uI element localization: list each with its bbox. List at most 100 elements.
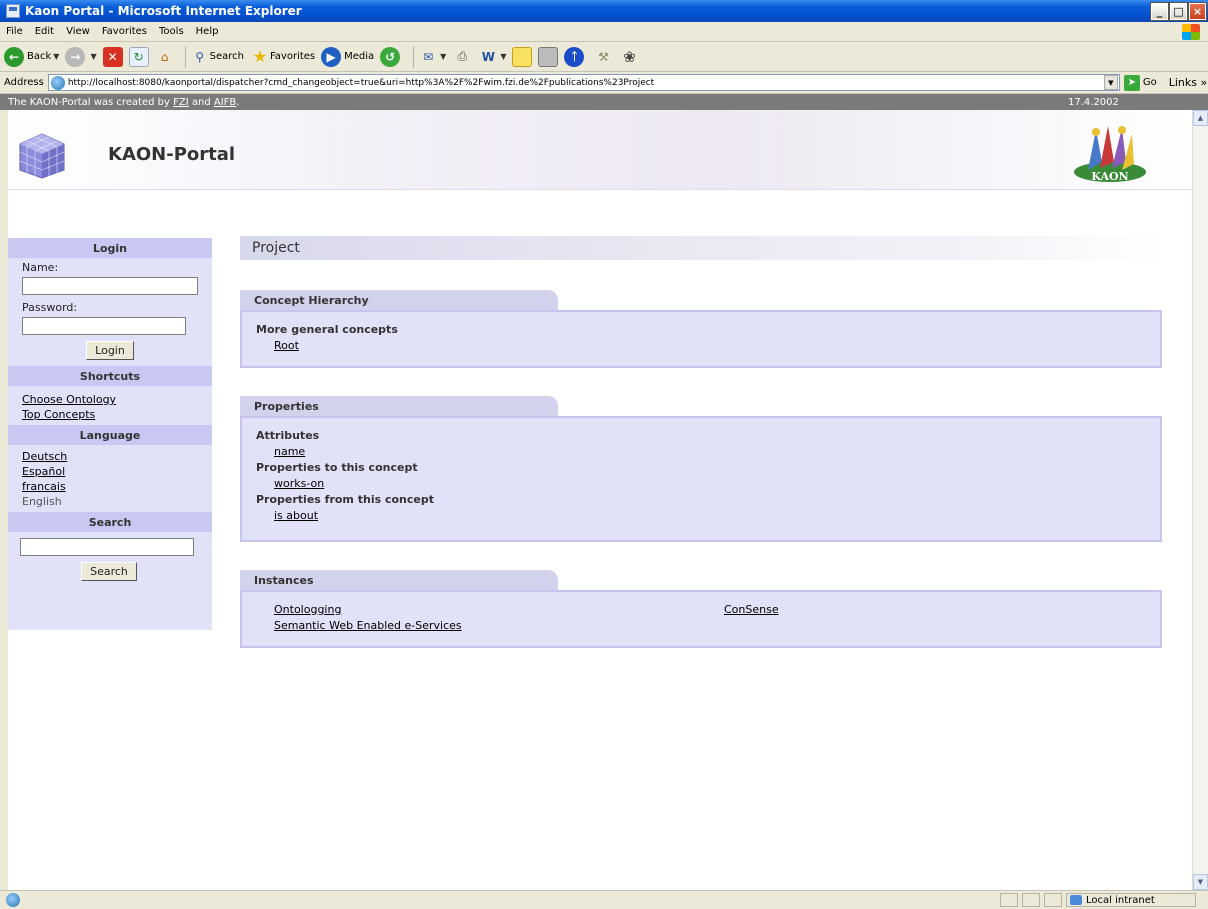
forward-dropdown-icon[interactable]: ▼ bbox=[90, 52, 96, 61]
stop-button[interactable]: ✕ bbox=[102, 46, 123, 67]
address-input[interactable]: http://localhost:8080/kaonportal/dispatc… bbox=[47, 74, 1120, 91]
go-button[interactable]: ➤ Go bbox=[1123, 74, 1157, 91]
toolbar-separator bbox=[184, 45, 186, 68]
name-label: Name: bbox=[22, 261, 59, 274]
tools-button[interactable]: ⚒ bbox=[593, 47, 613, 67]
properties-to-label: Properties to this concept bbox=[256, 461, 418, 474]
properties-panel: Attributes name Properties to this conce… bbox=[240, 416, 1162, 542]
menu-edit[interactable]: Edit bbox=[35, 26, 54, 37]
intranet-icon bbox=[1070, 895, 1082, 905]
messenger-button[interactable] bbox=[538, 46, 559, 67]
sidebar-search-button[interactable]: Search bbox=[81, 562, 137, 581]
menu-tools[interactable]: Tools bbox=[159, 26, 184, 37]
mail-button[interactable]: ✉ ▼ bbox=[418, 47, 446, 67]
concept-hierarchy-section: Concept Hierarchy More general concepts … bbox=[240, 290, 1162, 368]
properties-tab: Properties bbox=[240, 396, 558, 416]
back-dropdown-icon[interactable]: ▼ bbox=[53, 52, 59, 61]
vertical-scrollbar[interactable]: ▲ ▼ bbox=[1192, 110, 1208, 890]
media-button[interactable]: ▶ Media bbox=[321, 46, 374, 67]
portal-brand-title: KAON-Portal bbox=[108, 144, 236, 165]
ie-page-icon bbox=[6, 4, 20, 18]
page-globe-icon bbox=[50, 75, 65, 90]
password-label: Password: bbox=[22, 301, 78, 314]
aifb-link[interactable]: AIFB bbox=[214, 97, 236, 108]
history-button[interactable]: ↺ bbox=[380, 46, 403, 67]
edit-button[interactable]: W ▼ bbox=[478, 47, 507, 67]
toolbox-icon: ⚒ bbox=[598, 49, 609, 64]
credits-suffix: . bbox=[236, 96, 240, 108]
instances-panel: Ontologging ConSense Semantic Web Enable… bbox=[240, 590, 1162, 648]
scroll-up-arrow-icon[interactable]: ▲ bbox=[1193, 110, 1208, 126]
edit-dropdown-icon[interactable]: ▼ bbox=[500, 52, 506, 61]
scroll-down-arrow-icon[interactable]: ▼ bbox=[1193, 874, 1208, 890]
concept-root-link[interactable]: Root bbox=[256, 338, 1146, 354]
menu-favorites[interactable]: Favorites bbox=[102, 26, 147, 37]
discuss-button[interactable] bbox=[512, 46, 533, 67]
status-pane bbox=[1044, 893, 1062, 907]
mail-dropdown-icon[interactable]: ▼ bbox=[440, 52, 446, 61]
menu-help[interactable]: Help bbox=[196, 26, 219, 37]
property-is-about-link[interactable]: is about bbox=[256, 508, 1146, 524]
login-button[interactable]: Login bbox=[86, 341, 134, 360]
edit-icon: W bbox=[481, 49, 495, 64]
shortcut-top-concepts[interactable]: Top Concepts bbox=[22, 407, 198, 422]
go-label: Go bbox=[1142, 77, 1157, 88]
bluetooth-button[interactable]: ᛏ bbox=[564, 46, 587, 67]
language-heading: Language bbox=[8, 425, 212, 445]
status-page-icon bbox=[6, 893, 20, 907]
refresh-button[interactable]: ↻ bbox=[128, 46, 149, 67]
status-pane bbox=[1022, 893, 1040, 907]
media-icon: ▶ bbox=[321, 46, 342, 67]
concept-hierarchy-panel: More general concepts Root bbox=[240, 310, 1162, 368]
language-english-current: English bbox=[22, 495, 62, 508]
instance-ontologging-link[interactable]: Ontologging bbox=[256, 602, 706, 618]
date-label: 17.4.2002 bbox=[1068, 96, 1119, 108]
menu-view[interactable]: View bbox=[66, 26, 90, 37]
credits-prefix: The KAON-Portal was created by bbox=[8, 96, 170, 108]
language-francais[interactable]: francais bbox=[22, 479, 198, 494]
login-heading: Login bbox=[8, 238, 212, 258]
star-icon: ★ bbox=[252, 47, 268, 66]
maximize-button[interactable]: □ bbox=[1169, 1, 1188, 21]
print-button[interactable]: ⎙ bbox=[452, 47, 472, 67]
minimize-button[interactable]: _ bbox=[1150, 1, 1169, 21]
home-button[interactable]: ⌂ bbox=[155, 47, 175, 67]
shortcut-choose-ontology[interactable]: Choose Ontology bbox=[22, 392, 198, 407]
instance-semantic-web-link[interactable]: Semantic Web Enabled e-Services bbox=[256, 618, 706, 634]
language-espanol[interactable]: Español bbox=[22, 464, 198, 479]
credits-and: and bbox=[191, 96, 211, 108]
search-icon: ⚲ bbox=[195, 49, 204, 64]
favorites-button[interactable]: ★ Favorites bbox=[250, 47, 315, 67]
address-dropdown-icon[interactable]: ▼ bbox=[1103, 75, 1118, 90]
flower-icon: ❀ bbox=[623, 47, 636, 66]
language-deutsch[interactable]: Deutsch bbox=[22, 449, 198, 464]
extra-button[interactable]: ❀ bbox=[619, 47, 639, 67]
attribute-name-link[interactable]: name bbox=[256, 444, 1146, 460]
close-button[interactable]: × bbox=[1188, 1, 1207, 21]
attributes-label: Attributes bbox=[256, 429, 320, 442]
left-sidebar: Login Name: Password: Login Shortcuts Ch… bbox=[8, 238, 212, 630]
forward-arrow-icon: → bbox=[65, 46, 86, 67]
search-label: Search bbox=[209, 51, 244, 62]
note-icon bbox=[512, 46, 533, 67]
search-button[interactable]: ⚲ Search bbox=[190, 47, 244, 67]
back-button[interactable]: ← Back ▼ bbox=[4, 46, 59, 67]
history-icon: ↺ bbox=[380, 46, 401, 67]
mail-icon: ✉ bbox=[423, 49, 434, 64]
window-title-bar[interactable]: Kaon Portal - Microsoft Internet Explore… bbox=[0, 0, 1208, 22]
windows-logo-icon bbox=[1182, 24, 1200, 40]
address-bar: Address http://localhost:8080/kaonportal… bbox=[0, 72, 1208, 94]
instance-consense-link[interactable]: ConSense bbox=[706, 602, 1156, 618]
zone-label: Local intranet bbox=[1086, 894, 1155, 906]
fzi-link[interactable]: FZI bbox=[173, 97, 189, 108]
name-input[interactable] bbox=[22, 277, 198, 295]
zone-pane: Local intranet bbox=[1066, 893, 1196, 907]
search-input[interactable] bbox=[20, 538, 194, 556]
page-content: KAON-Portal KAON Login Name: Password: L… bbox=[8, 110, 1192, 890]
forward-button[interactable]: → ▼ bbox=[65, 46, 97, 67]
property-works-on-link[interactable]: works-on bbox=[256, 476, 1146, 492]
links-toolbar[interactable]: Links » bbox=[1169, 76, 1207, 89]
password-input[interactable] bbox=[22, 317, 186, 335]
kaon-logo-text: KAON bbox=[1091, 170, 1128, 183]
menu-file[interactable]: File bbox=[6, 26, 23, 37]
